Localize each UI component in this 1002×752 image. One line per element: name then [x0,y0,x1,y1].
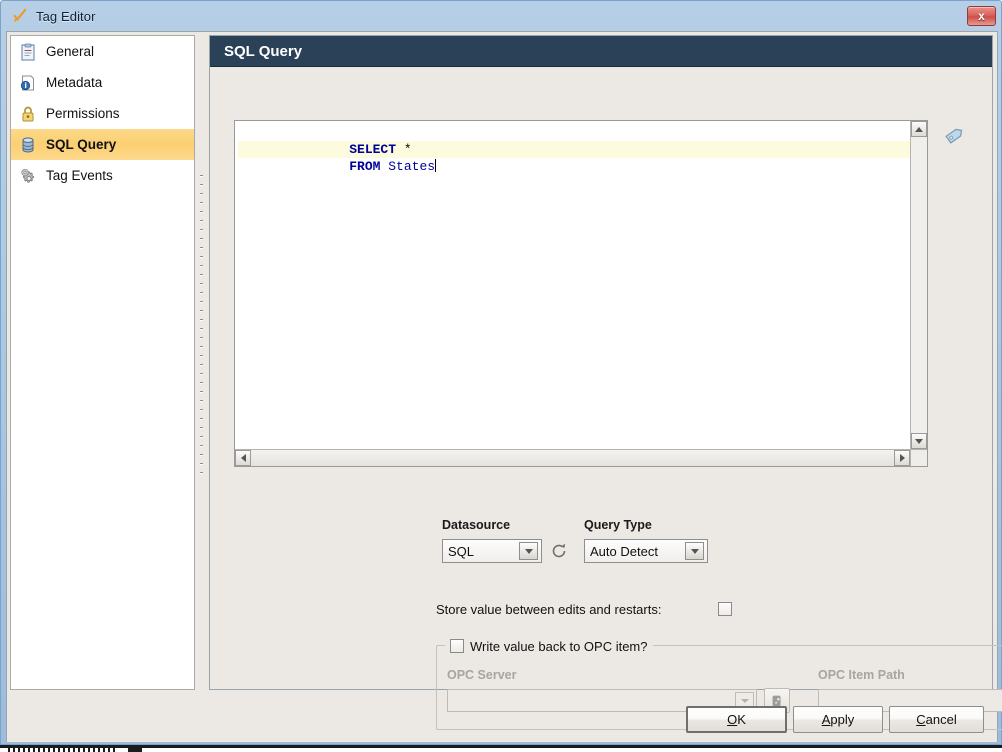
splitter-grip [200,175,203,475]
scroll-up-button[interactable] [911,121,927,137]
sql-identifier: States [388,159,436,174]
background-window-edge [0,745,1002,752]
query-type-select[interactable]: Auto Detect [584,539,708,563]
apply-button[interactable]: Apply [793,706,883,733]
chevron-down-icon[interactable] [685,542,704,560]
write-to-opc-label: Write value back to OPC item? [470,638,648,654]
scroll-right-button[interactable] [894,450,910,466]
sql-editor-text[interactable]: SELECT * FROM States [235,121,910,449]
sidebar-item-sql-query[interactable]: SQL Query [11,129,194,160]
datasource-label: Datasource [442,518,511,532]
chevron-down-icon [915,438,923,444]
chevron-down-icon[interactable] [519,542,538,560]
sidebar-item-general[interactable]: General [11,36,194,67]
background-edge-bar [0,745,1002,748]
opc-group-legend: Write value back to OPC item? [445,637,653,655]
category-sidebar: General Metadata Permissions SQL Query T… [10,35,195,690]
opc-item-path-label: OPC Item Path [818,668,905,682]
sql-keyword: SELECT [349,142,397,157]
ok-button[interactable]: OK [686,706,787,733]
cancel-button-label: Cancel [916,712,957,727]
store-value-label: Store value between edits and restarts: [436,602,662,617]
sidebar-item-label: SQL Query [46,137,117,152]
dialog-button-bar: OK Apply Cancel [7,696,999,743]
sql-star: * [403,142,412,157]
code-line: SELECT * [238,124,910,157]
close-icon: x [978,9,985,23]
background-edge-mark [128,747,142,752]
lock-icon [19,105,37,123]
database-icon [19,136,37,154]
query-type-value: Auto Detect [590,543,658,559]
sql-editor[interactable]: SELECT * FROM States [234,120,928,467]
ok-button-label: OK [727,712,746,727]
tag-browser-button[interactable] [942,122,968,148]
sidebar-item-label: Tag Events [46,168,113,183]
dialog-client-area: General Metadata Permissions SQL Query T… [6,31,1002,743]
title-bar[interactable]: Tag Editor x [1,1,1002,31]
info-icon [19,74,37,92]
opc-server-label: OPC Server [447,668,517,682]
gears-icon [19,167,37,185]
chevron-down-glyph [524,548,533,554]
window-title: Tag Editor [36,8,96,24]
scrollbar-corner [910,449,927,466]
sidebar-item-metadata[interactable]: Metadata [11,67,194,98]
refresh-icon[interactable] [549,541,569,561]
background-edge-ticks [8,748,118,752]
sql-keyword: FROM [349,159,381,174]
panel-header: SQL Query [210,36,992,67]
sidebar-item-label: Metadata [46,75,103,90]
sidebar-item-tag-events[interactable]: Tag Events [11,160,194,191]
sidebar-item-label: Permissions [46,106,120,121]
app-icon [11,7,29,25]
page-title: SQL Query [224,42,303,60]
scroll-down-button[interactable] [911,433,927,449]
editor-vertical-scrollbar[interactable] [910,121,927,449]
clipboard-icon [19,43,37,61]
datasource-select[interactable]: SQL [442,539,542,563]
sidebar-item-permissions[interactable]: Permissions [11,98,194,129]
apply-button-label: Apply [821,712,855,727]
write-to-opc-checkbox[interactable] [450,639,464,653]
sql-query-panel: SQL Query SELECT * FROM States Datasourc… [209,35,1002,730]
chevron-left-icon [240,454,246,462]
chevron-right-icon [899,454,905,462]
text-caret [435,159,437,172]
cancel-button[interactable]: Cancel [889,706,984,733]
chevron-up-icon [915,126,923,132]
tag-editor-window: Tag Editor x General Metadata Permission… [0,0,1002,745]
sql-space [396,142,404,157]
sidebar-splitter[interactable] [197,35,208,690]
datasource-value: SQL [448,543,475,559]
store-value-checkbox[interactable] [718,602,732,616]
panel-body: SELECT * FROM States Datasource SQL Quer… [210,67,1002,730]
close-button[interactable]: x [967,6,996,26]
scroll-left-button[interactable] [235,450,251,466]
query-type-label: Query Type [584,518,652,532]
chevron-down-glyph [690,548,699,554]
editor-horizontal-scrollbar[interactable] [235,449,910,466]
sidebar-item-label: General [46,44,95,59]
